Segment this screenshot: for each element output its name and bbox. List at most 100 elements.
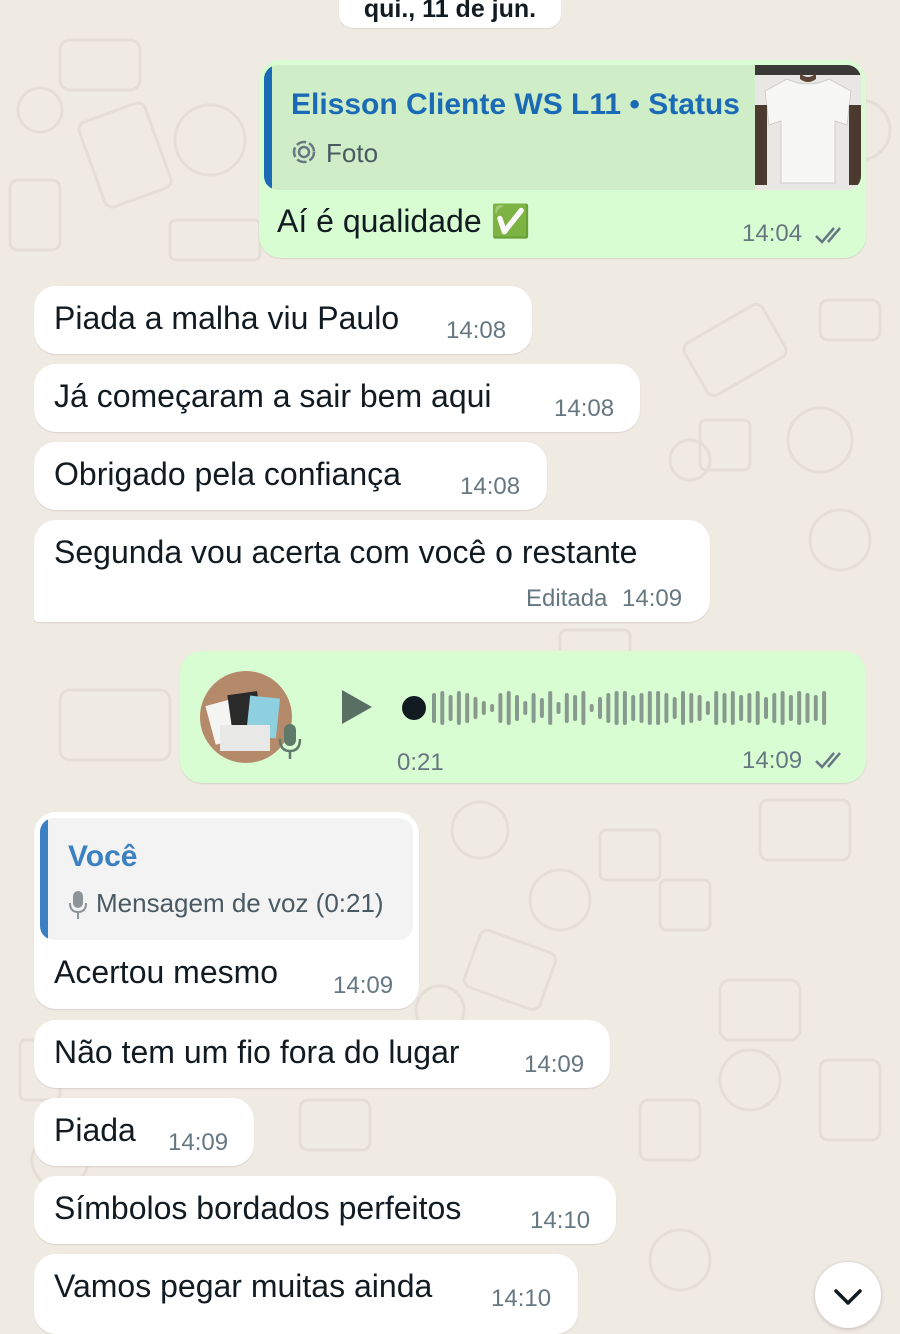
date-separator-text: qui., 11 de jun. bbox=[363, 0, 537, 23]
waveform-bar bbox=[622, 691, 627, 725]
waveform-bar bbox=[498, 693, 503, 723]
waveform-bar bbox=[456, 691, 461, 725]
quote-subtitle: Foto bbox=[326, 138, 379, 168]
message-incoming[interactable]: Piada 14:09 bbox=[34, 1098, 254, 1166]
message-time: 14:09 bbox=[168, 1129, 229, 1156]
message-time: 14:09 bbox=[524, 1051, 585, 1078]
message-time: 14:04 bbox=[742, 220, 803, 247]
waveform-bar bbox=[764, 697, 768, 719]
message-text: Piada bbox=[54, 1112, 136, 1148]
waveform-bar bbox=[465, 693, 470, 723]
quote-title: Elisson Cliente WS L11 • Status bbox=[291, 88, 740, 121]
waveform-bar bbox=[523, 701, 528, 715]
waveform-bar bbox=[606, 693, 611, 723]
message-text: Segunda vou acerta com você o restante bbox=[54, 534, 638, 570]
waveform-bar bbox=[705, 701, 710, 715]
quoted-status[interactable]: Elisson Cliente WS L11 • Status Foto bbox=[264, 65, 861, 190]
message-incoming[interactable]: Símbolos bordados perfeitos 14:10 bbox=[34, 1176, 616, 1244]
status-thumbnail[interactable] bbox=[755, 65, 861, 190]
playback-position-dot[interactable] bbox=[402, 696, 426, 720]
message-text: Aí é qualidade ✅ bbox=[277, 203, 531, 239]
waveform-bar bbox=[672, 697, 677, 719]
message-text: Não tem um fio fora do lugar bbox=[54, 1034, 460, 1070]
waveform-bar bbox=[664, 693, 669, 723]
play-icon[interactable] bbox=[340, 688, 374, 726]
voice-duration: 0:21 bbox=[397, 749, 444, 776]
quote-accent-bar bbox=[40, 818, 48, 940]
waveform-bar bbox=[697, 695, 702, 721]
message-text: Já começaram a sair bem aqui bbox=[54, 378, 492, 414]
waveform-bar bbox=[805, 693, 810, 723]
waveform-bar bbox=[772, 693, 777, 723]
quoted-voice-message[interactable]: Você Mensagem de voz (0:21) bbox=[40, 818, 413, 940]
double-check-icon bbox=[815, 752, 841, 769]
waveform-bar bbox=[506, 691, 511, 725]
message-time: 14:10 bbox=[530, 1207, 591, 1234]
double-check-icon bbox=[815, 227, 841, 244]
message-outgoing-status-reply[interactable]: Elisson Cliente WS L11 • Status Foto Aí … bbox=[259, 60, 866, 258]
message-incoming-reply[interactable]: Você Mensagem de voz (0:21) Acertou mesm… bbox=[34, 812, 419, 1009]
waveform-bar bbox=[788, 695, 793, 721]
waveform-bar bbox=[822, 691, 827, 725]
waveform-bar bbox=[481, 701, 486, 715]
scroll-to-bottom-button[interactable] bbox=[815, 1262, 881, 1328]
message-time: 14:10 bbox=[491, 1285, 552, 1312]
waveform-bar bbox=[797, 691, 802, 725]
waveform-bar bbox=[473, 697, 478, 719]
message-incoming[interactable]: Vamos pegar muitas ainda 14:10 bbox=[34, 1254, 578, 1334]
message-text: Acertou mesmo bbox=[54, 954, 279, 990]
message-time: 14:09 bbox=[742, 747, 803, 774]
waveform-bar bbox=[689, 693, 694, 723]
waveform-bar bbox=[531, 693, 536, 723]
waveform-bar bbox=[639, 693, 644, 723]
waveform-bar bbox=[490, 704, 495, 712]
waveform-bar bbox=[780, 691, 785, 725]
message-text: Vamos pegar muitas ainda bbox=[54, 1268, 433, 1304]
message-time: 14:09 bbox=[333, 972, 394, 999]
waveform-bar bbox=[440, 691, 445, 725]
message-text: Símbolos bordados perfeitos bbox=[54, 1190, 462, 1226]
message-incoming-edited[interactable]: Segunda vou acerta com você o restante E… bbox=[34, 520, 710, 622]
microphone-icon bbox=[69, 891, 87, 919]
waveform-bar bbox=[813, 695, 818, 721]
message-time: 14:08 bbox=[554, 395, 615, 422]
waveform-bar bbox=[556, 702, 561, 714]
quote-accent-bar bbox=[264, 65, 272, 190]
waveform-bar bbox=[448, 695, 453, 721]
voice-waveform[interactable] bbox=[400, 686, 840, 730]
date-separator: qui., 11 de jun. bbox=[339, 0, 561, 28]
quote-title: Você bbox=[68, 840, 138, 873]
waveform-bar bbox=[739, 695, 744, 721]
message-incoming[interactable]: Não tem um fio fora do lugar 14:09 bbox=[34, 1020, 610, 1088]
waveform-bar bbox=[714, 691, 719, 725]
message-time: 14:09 bbox=[622, 585, 683, 612]
waveform-bar bbox=[647, 691, 652, 725]
waveform-bar bbox=[598, 697, 602, 719]
message-text: Piada a malha viu Paulo bbox=[54, 300, 400, 336]
microphone-icon bbox=[278, 724, 302, 759]
message-incoming[interactable]: Piada a malha viu Paulo 14:08 bbox=[34, 286, 532, 354]
waveform-bar bbox=[614, 691, 619, 725]
message-time: 14:08 bbox=[460, 473, 521, 500]
waveform-bar bbox=[747, 693, 752, 723]
edited-label: Editada bbox=[526, 585, 608, 612]
waveform-bar bbox=[515, 695, 519, 721]
message-text: Obrigado pela confiança bbox=[54, 456, 401, 492]
waveform-bar bbox=[589, 704, 594, 712]
waveform-bar bbox=[722, 693, 727, 723]
waveform-bar bbox=[548, 691, 553, 725]
status-ring-icon bbox=[292, 140, 316, 164]
message-incoming[interactable]: Já começaram a sair bem aqui 14:08 bbox=[34, 364, 640, 432]
message-outgoing-voice[interactable]: 0:21 14:09 bbox=[180, 651, 866, 783]
waveform-bar bbox=[681, 691, 685, 725]
waveform-bar bbox=[573, 695, 578, 721]
message-time: 14:08 bbox=[446, 317, 507, 344]
waveform-bar bbox=[755, 691, 760, 725]
chevron-down-icon bbox=[834, 1289, 862, 1305]
waveform-bar bbox=[656, 691, 661, 725]
waveform-bar bbox=[631, 695, 636, 721]
waveform-bar bbox=[432, 693, 436, 723]
quote-subtitle: Mensagem de voz (0:21) bbox=[96, 888, 384, 918]
message-incoming[interactable]: Obrigado pela confiança 14:08 bbox=[34, 442, 547, 510]
waveform-bar bbox=[564, 693, 569, 723]
